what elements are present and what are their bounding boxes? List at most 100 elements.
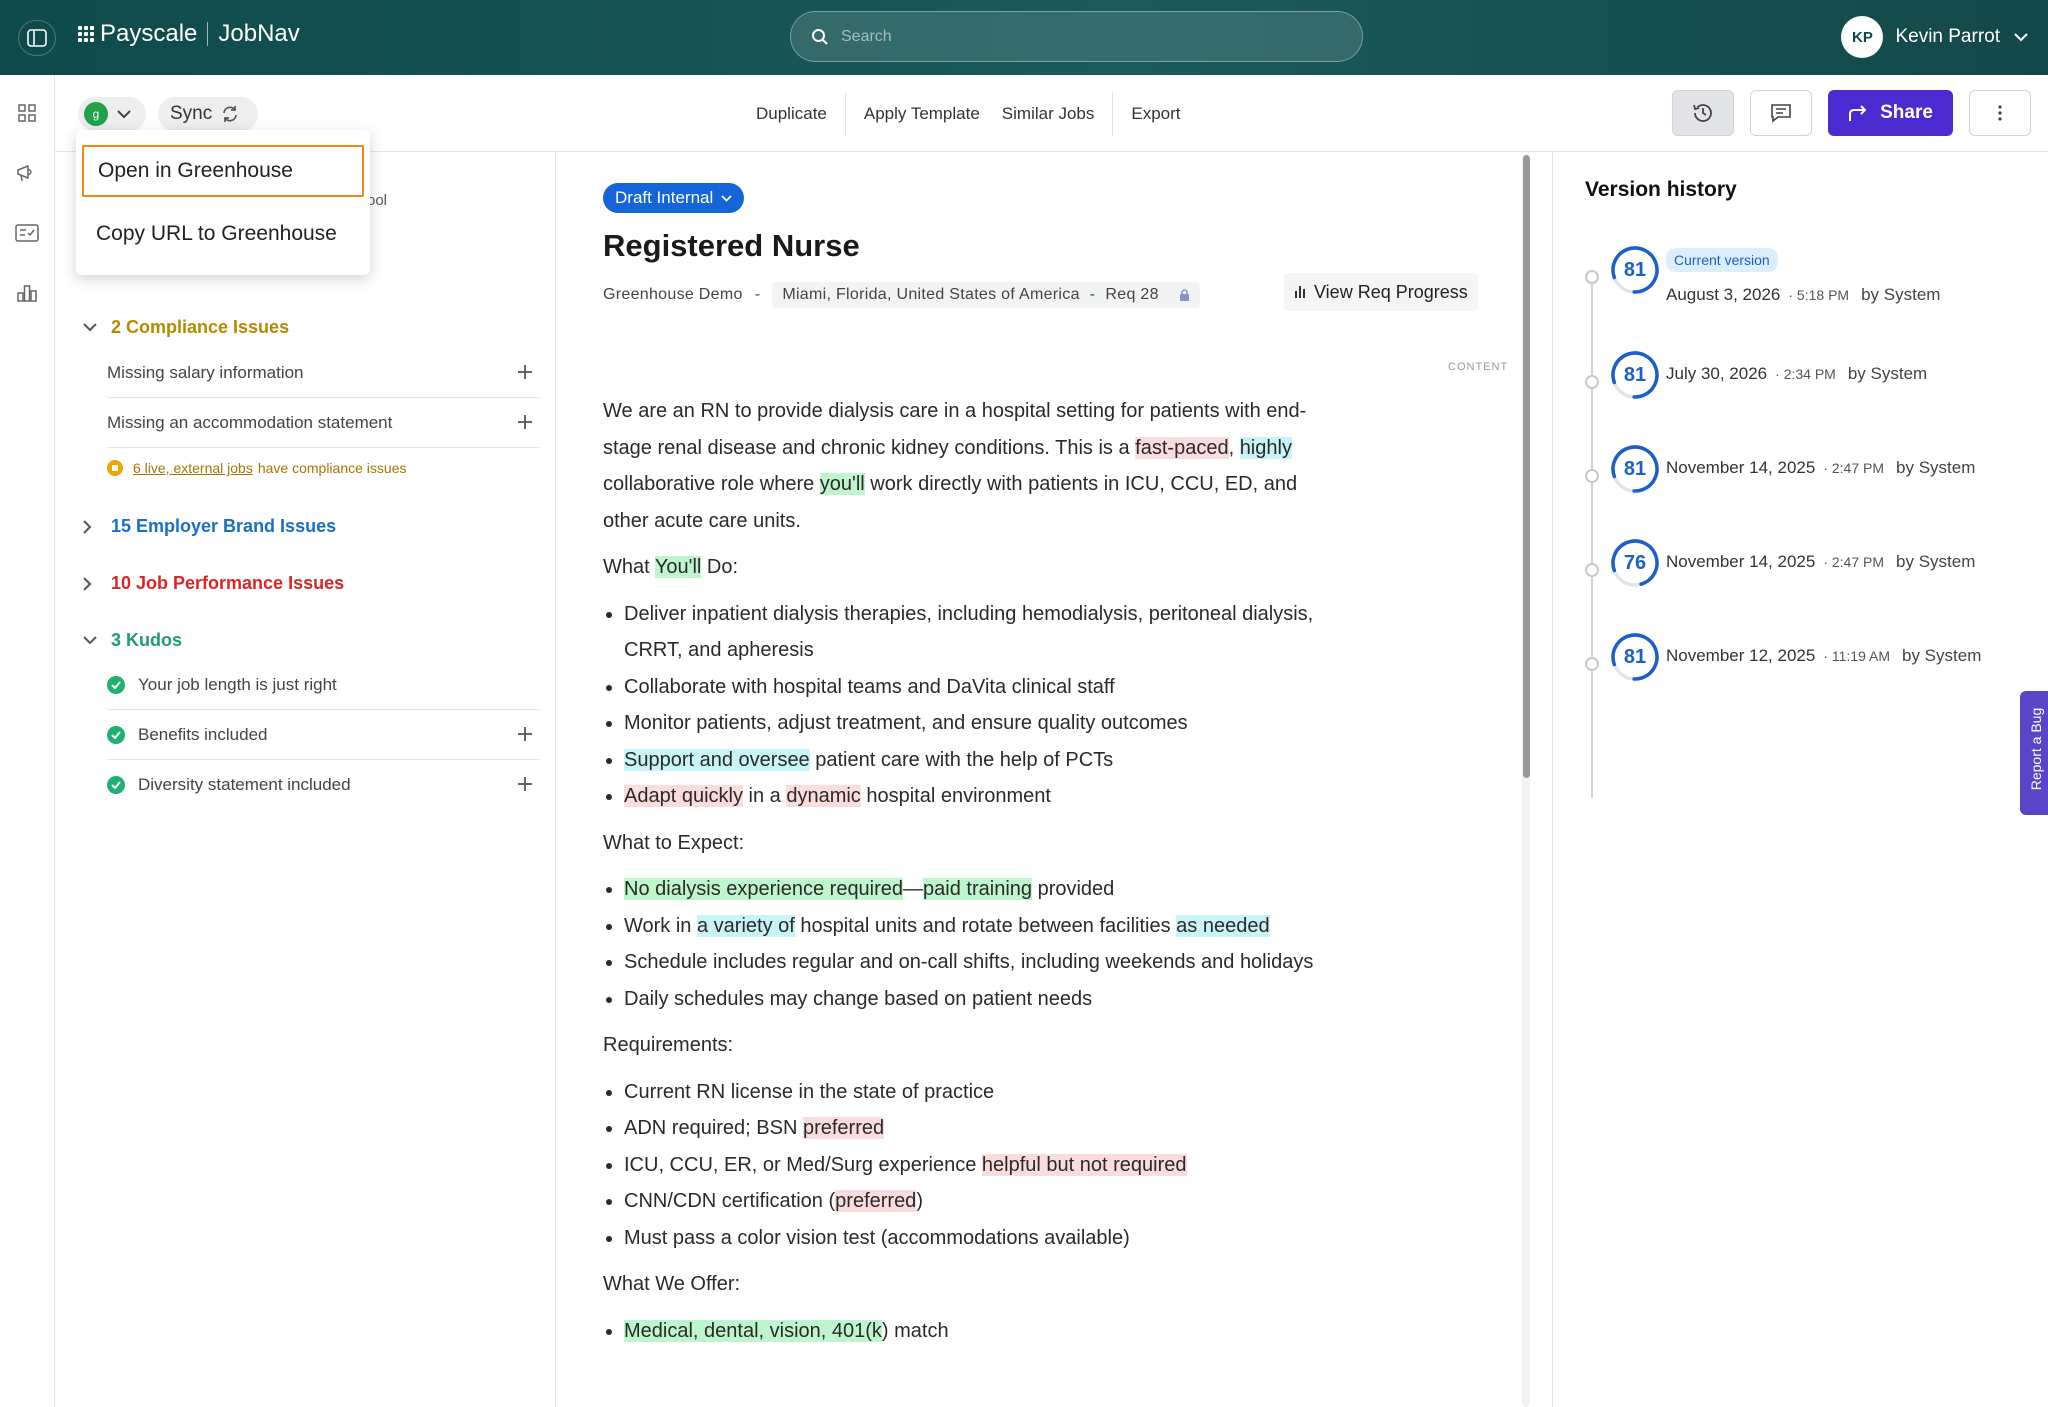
job-title[interactable]: Registered Nurse [603,228,860,264]
issue-row[interactable]: Missing an accommodation statement [107,398,539,448]
job-performance-title: 10 Job Performance Issues [111,573,345,593]
highlight-green[interactable]: Medical, dental, vision, 401(k [624,1319,882,1342]
req-progress-label: View Req Progress [1314,281,1468,302]
score-value: 81 [1623,645,1647,668]
plus-icon[interactable] [515,362,535,382]
score-value: 76 [1623,551,1647,574]
version-score[interactable]: 81 [1609,631,1661,683]
timeline-dot [1585,563,1599,577]
open-in-greenhouse-item[interactable]: Open in Greenhouse [82,145,364,197]
job-document: Draft Internal Registered Nurse Greenhou… [557,152,1552,1407]
live-jobs-link[interactable]: 6 live, external jobs [133,460,253,476]
sidebar-icon [27,29,47,47]
rail-announcements[interactable] [12,158,42,188]
job-description-body[interactable]: We are an RN to provide dialysis care in… [603,393,1343,1359]
scrollbar-thumb[interactable] [1523,155,1530,778]
version-entry[interactable]: July 30, 2026 · 2:34 PM by System [1666,364,1927,384]
kudos-label: Diversity statement included [138,775,351,794]
timeline-dot [1585,270,1599,284]
version-time: · 2:34 PM [1775,366,1836,382]
employer-brand-title: 15 Employer Brand Issues [111,516,337,536]
highlight-red[interactable]: preferred [835,1190,917,1212]
list-item: CNN/CDN certification (preferred) [624,1183,1343,1220]
version-score[interactable]: 76 [1609,537,1661,589]
share-arrow-icon [1849,105,1867,121]
version-history-title: Version history [1585,178,1737,201]
search-input[interactable] [841,27,1321,46]
status-badge[interactable]: Draft Internal [603,183,745,213]
copy-url-greenhouse-item[interactable]: Copy URL to Greenhouse [82,208,364,260]
highlight-blue[interactable]: a variety of [696,914,795,937]
user-menu[interactable]: KP Kevin Parrot [1841,16,2028,58]
comments-button[interactable] [1750,90,1812,136]
kudos-label: Benefits included [138,724,268,744]
version-entry[interactable]: November 12, 2025 · 11:19 AM by System [1666,646,1981,666]
list-item: Current RN license in the state of pract… [624,1074,1343,1111]
highlight-red[interactable]: preferred [802,1117,885,1139]
view-req-progress-button[interactable]: View Req Progress [1284,273,1478,311]
highlight-red[interactable]: Adapt quickly [624,785,743,807]
version-author: by System [1902,646,1982,665]
version-date: November 14, 2025 [1666,458,1816,477]
grid-icon [18,104,36,122]
timeline-dot [1585,469,1599,483]
sync-button[interactable]: Sync [158,97,258,131]
highlight-green[interactable]: You'll [654,556,702,578]
version-entry[interactable]: November 14, 2025 · 2:47 PM by System [1666,552,1975,572]
kudos-row[interactable]: Diversity statement included [107,760,539,810]
version-entry[interactable]: August 3, 2026 · 5:18 PM by System [1666,285,1940,305]
version-entry[interactable]: November 14, 2025 · 2:47 PM by System [1666,458,1975,478]
export-button[interactable]: Export [1113,94,1198,134]
sync-label: Sync [170,103,213,124]
app-logo[interactable]: Payscale JobNav [78,20,300,48]
kudos-row[interactable]: Benefits included [107,710,539,760]
highlight-blue[interactable]: highly [1239,436,1292,459]
highlight-green[interactable]: paid training [923,878,1033,900]
plus-icon[interactable] [515,724,535,744]
sidebar-toggle-button[interactable] [18,20,56,56]
bullet-list: Current RN license in the state of pract… [624,1074,1343,1257]
plus-icon[interactable] [515,412,535,432]
apply-template-button[interactable]: Apply Template [846,94,998,134]
search-bar[interactable] [790,11,1363,62]
highlight-green[interactable]: No dialysis experience required [624,878,904,900]
req-location-pill: Miami, Florida, United States of America… [772,282,1200,308]
kudos-section-toggle[interactable]: 3 Kudos [83,630,182,651]
list-item: Adapt quickly in a dynamic hospital envi… [624,778,1343,815]
compliance-section-toggle[interactable]: 2 Compliance Issues [83,317,289,338]
rail-dashboard[interactable] [12,98,42,128]
version-score[interactable]: 81 [1609,349,1661,401]
plus-icon[interactable] [515,774,535,794]
employer-brand-section-toggle[interactable]: 15 Employer Brand Issues [83,516,336,537]
version-history-button[interactable] [1672,90,1734,136]
version-time: · 5:18 PM [1788,287,1850,303]
list-item: ICU, CCU, ER, or Med/Surg experience hel… [624,1147,1343,1184]
top-bar: Payscale JobNav KP Kevin Parrot [0,0,2048,75]
rail-jobs[interactable] [12,218,42,248]
version-score[interactable]: 81 [1609,244,1661,296]
job-performance-section-toggle[interactable]: 10 Job Performance Issues [83,573,344,594]
duplicate-button[interactable]: Duplicate [738,94,845,134]
list-item: Work in a variety of hospital units and … [624,908,1343,945]
compliance-warning: 6 live, external jobs have compliance is… [107,460,406,476]
bullet-list: No dialysis experience required—paid tra… [624,871,1343,1017]
version-score[interactable]: 81 [1609,443,1661,495]
company-name: Greenhouse Demo [603,286,743,303]
issue-row[interactable]: Missing salary information [107,348,539,398]
highlight-green[interactable]: you'll [819,473,865,495]
rail-analytics[interactable] [12,278,42,308]
req-number: Req 28 [1105,286,1159,303]
highlight-blue[interactable]: as needed [1176,914,1270,937]
version-date: November 12, 2025 [1666,646,1816,665]
highlight-red[interactable]: fast-paced [1135,436,1229,459]
version-time: · 11:19 AM [1823,648,1890,664]
more-options-button[interactable] [1969,90,2031,136]
kudos-label: Your job length is just right [138,674,337,694]
highlight-red[interactable]: helpful but not required [981,1153,1187,1176]
similar-jobs-button[interactable]: Similar Jobs [998,94,1113,134]
highlight-red[interactable]: dynamic [786,785,861,807]
greenhouse-menu-button[interactable]: g [78,97,146,131]
share-button[interactable]: Share [1828,90,1953,136]
report-bug-tab[interactable]: Report a Bug [2020,691,2048,815]
highlight-blue[interactable]: Support and oversee [624,748,810,771]
